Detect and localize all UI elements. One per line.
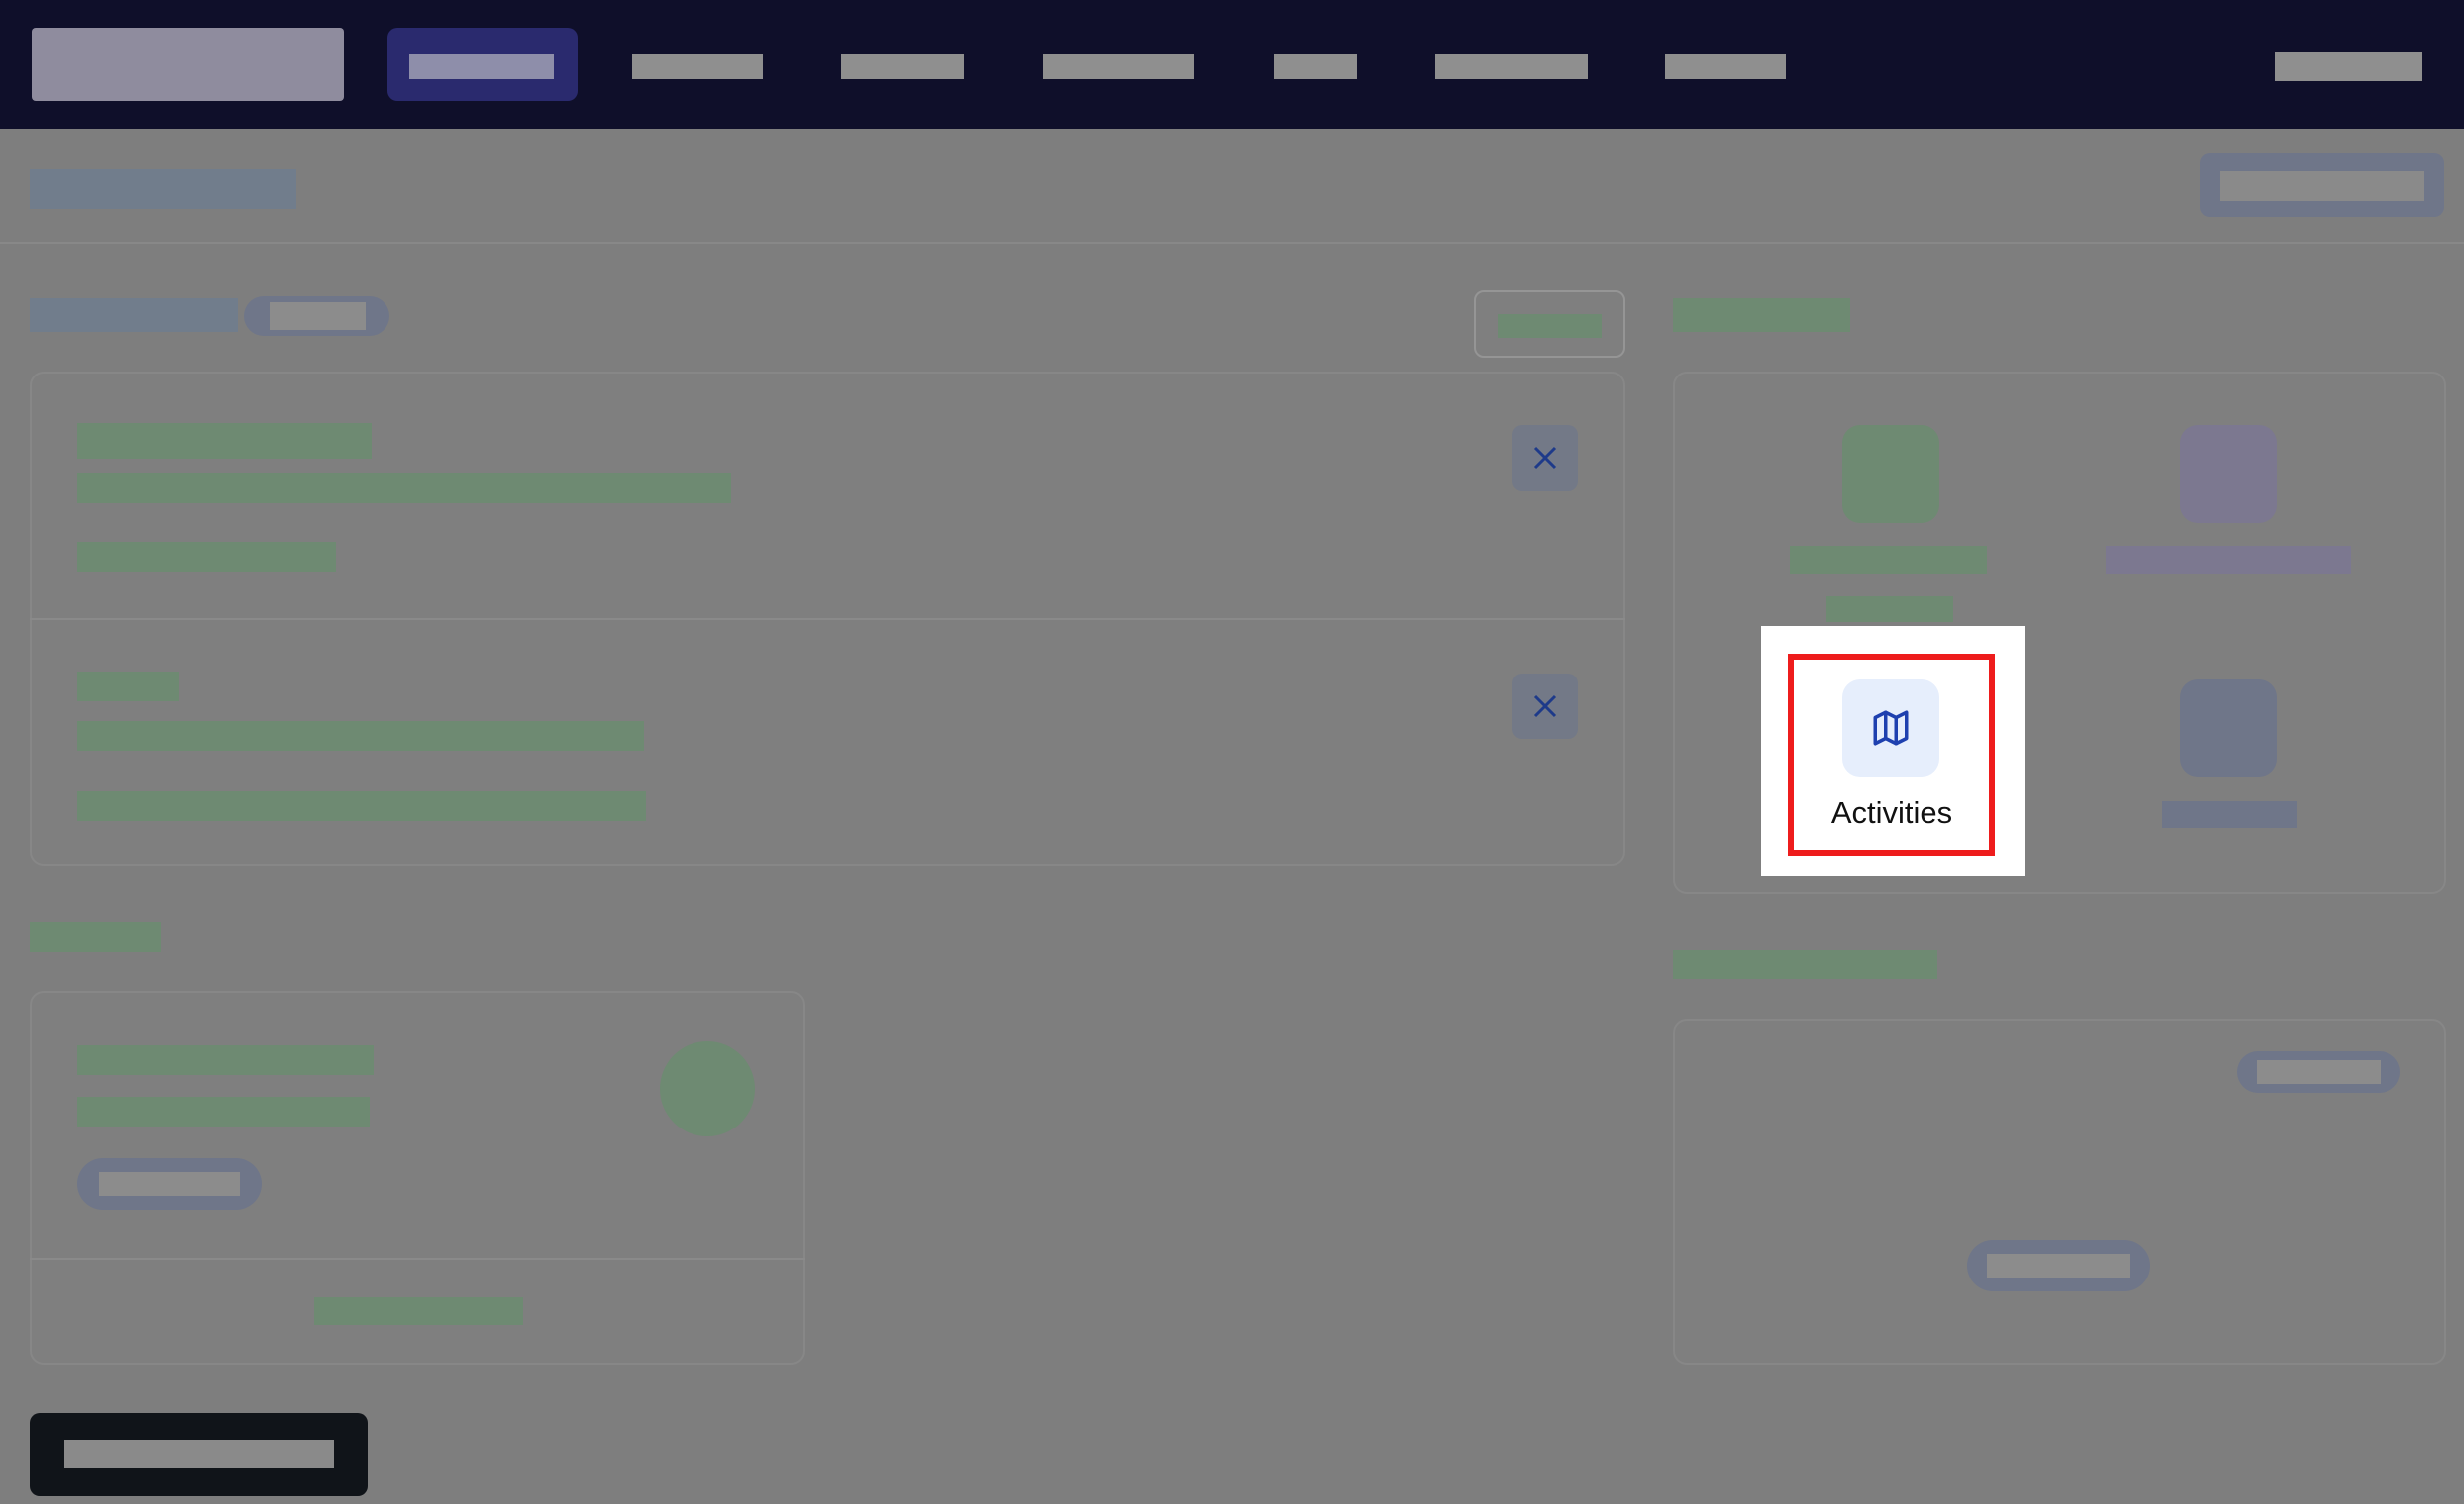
nav-item[interactable] xyxy=(1039,28,1196,101)
close-icon xyxy=(1533,446,1557,470)
remove-item-button[interactable] xyxy=(1512,425,1578,491)
count-badge xyxy=(244,296,389,336)
list-item-text xyxy=(77,473,731,503)
top-navigation-bar xyxy=(0,0,2464,129)
nav-item[interactable] xyxy=(1270,28,1359,101)
highlight-frame xyxy=(1788,654,1995,856)
list-divider xyxy=(30,618,1625,620)
side-card-badge xyxy=(2237,1051,2400,1093)
quick-links-title xyxy=(1673,298,1850,332)
summary-card-title xyxy=(77,1045,374,1075)
nav-item[interactable] xyxy=(837,28,966,101)
header-divider xyxy=(0,242,2464,244)
quick-link-label xyxy=(1826,596,1953,622)
list-item-meta xyxy=(77,542,336,572)
filter-button[interactable] xyxy=(1474,290,1625,358)
summary-card-divider xyxy=(30,1258,805,1260)
section-title xyxy=(30,298,238,332)
header-action-button[interactable] xyxy=(2200,153,2444,217)
quick-link-icon[interactable] xyxy=(1842,425,1939,523)
list-item-title xyxy=(77,672,179,701)
summary-card-footer-link[interactable] xyxy=(314,1297,523,1325)
nav-item[interactable] xyxy=(1431,28,1590,101)
nav-item[interactable] xyxy=(626,28,765,101)
brand-logo[interactable] xyxy=(32,28,344,101)
quick-link-label xyxy=(2106,546,2351,574)
section-title xyxy=(1673,950,1937,979)
summary-avatar xyxy=(660,1041,755,1136)
list-item-title xyxy=(77,423,372,459)
quick-link-icon[interactable] xyxy=(2180,679,2277,777)
nav-item-active[interactable] xyxy=(387,28,578,101)
quick-link-label xyxy=(2162,801,2297,828)
section-title xyxy=(30,922,161,952)
primary-action-button[interactable] xyxy=(30,1413,368,1496)
page-title xyxy=(30,169,296,209)
summary-card-subtitle xyxy=(77,1097,370,1127)
close-icon xyxy=(1533,694,1557,718)
summary-status-pill xyxy=(77,1158,262,1210)
account-menu[interactable] xyxy=(2275,52,2422,81)
nav-item[interactable] xyxy=(1661,28,1788,101)
list-item-meta xyxy=(77,791,646,821)
quick-link-label xyxy=(1790,546,1987,574)
side-card-button[interactable] xyxy=(1967,1240,2150,1291)
list-item-text xyxy=(77,721,644,751)
quick-link-icon[interactable] xyxy=(2180,425,2277,523)
remove-item-button[interactable] xyxy=(1512,674,1578,739)
